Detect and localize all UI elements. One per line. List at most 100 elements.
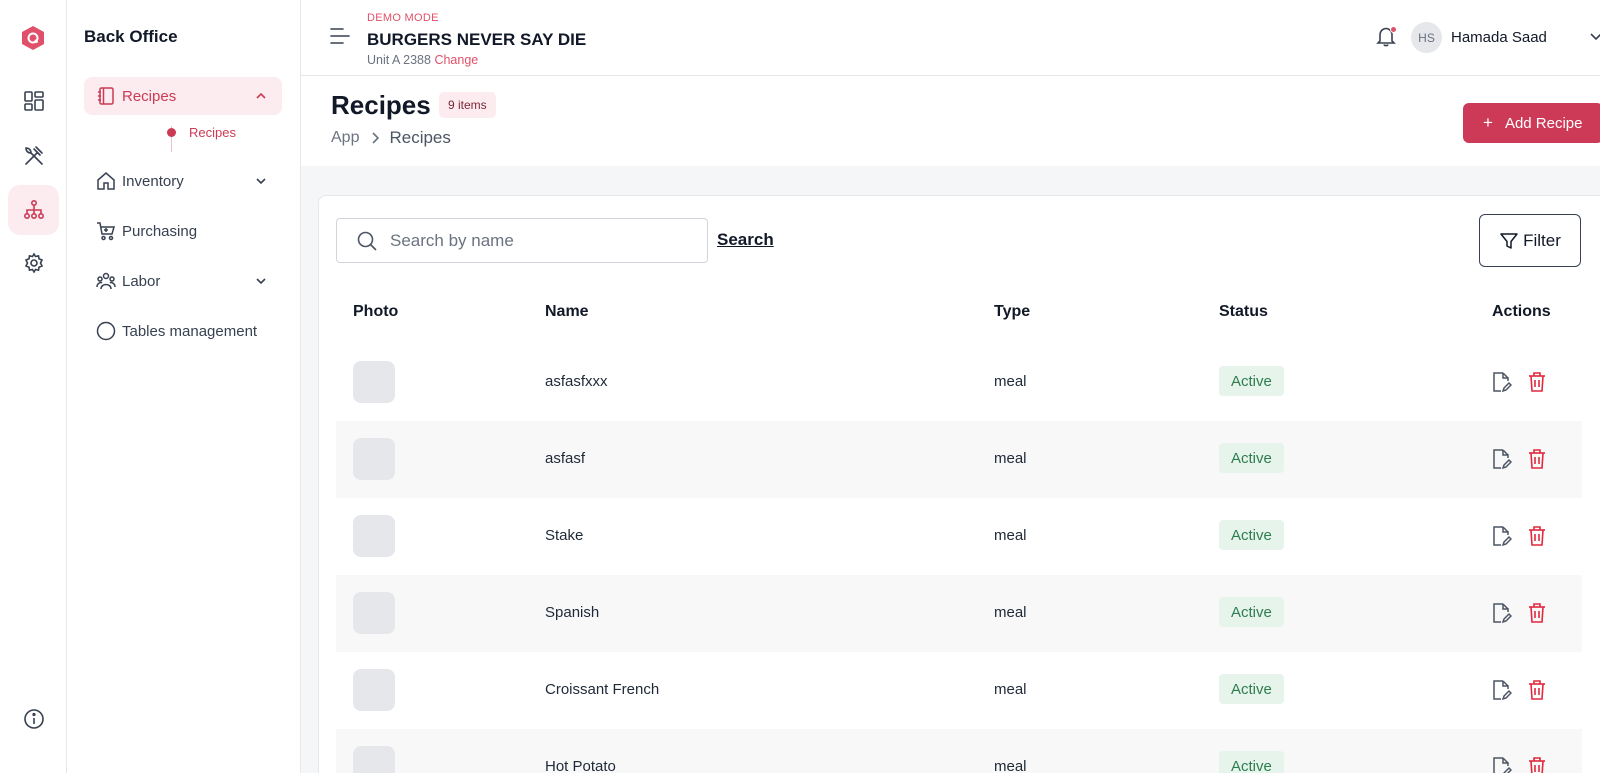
recipe-type: meal bbox=[994, 527, 1027, 544]
chevron-down-icon bbox=[256, 278, 266, 285]
edit-icon[interactable] bbox=[1490, 602, 1512, 624]
recipe-name: Spanish bbox=[545, 604, 600, 621]
users-icon bbox=[96, 272, 116, 290]
sidebar-item-label: Labor bbox=[122, 272, 161, 290]
breadcrumb: App Recipes bbox=[331, 128, 451, 148]
hierarchy-icon bbox=[23, 199, 44, 220]
recipe-name: Croissant French bbox=[545, 681, 660, 698]
sidebar-item-label: Recipes bbox=[122, 87, 177, 105]
status-badge: Active bbox=[1219, 674, 1284, 704]
sidebar-item-purchasing[interactable]: Purchasing bbox=[84, 212, 282, 250]
trash-icon[interactable] bbox=[1527, 756, 1547, 773]
recipe-photo bbox=[353, 592, 395, 634]
table-row[interactable]: asfasfxxx meal Active bbox=[336, 344, 1582, 421]
sidebar-item-label: Purchasing bbox=[122, 222, 198, 240]
chevron-up-icon bbox=[256, 92, 266, 99]
rail-kitchen-button[interactable] bbox=[8, 130, 59, 180]
sidebar-item-tables-management[interactable]: Tables management bbox=[84, 312, 282, 350]
status-badge: Active bbox=[1219, 751, 1284, 773]
column-header-name[interactable]: Name bbox=[545, 303, 589, 321]
brand-name: BURGERS NEVER SAY DIE bbox=[367, 30, 587, 49]
table-row[interactable]: Spanish meal Active bbox=[336, 575, 1582, 652]
recipe-photo bbox=[353, 361, 395, 403]
column-header-actions: Actions bbox=[1492, 303, 1551, 320]
page-title: Recipes bbox=[331, 90, 431, 120]
avatar[interactable]: HS bbox=[1411, 22, 1442, 53]
trash-icon[interactable] bbox=[1527, 525, 1547, 547]
edit-icon[interactable] bbox=[1490, 525, 1512, 547]
icon-rail bbox=[0, 0, 67, 773]
recipe-name: Stake bbox=[545, 527, 584, 544]
sidebar-item-inventory[interactable]: Inventory bbox=[84, 162, 282, 200]
recipe-name: Hot Potato bbox=[545, 758, 616, 773]
breadcrumb-current: Recipes bbox=[389, 128, 451, 147]
sidebar-title: Back Office bbox=[84, 27, 178, 46]
cart-icon bbox=[97, 222, 115, 241]
add-recipe-label: Add Recipe bbox=[1504, 114, 1583, 132]
sidebar-subitem-recipes[interactable]: Recipes bbox=[167, 122, 236, 142]
table-row[interactable]: Croissant French meal Active bbox=[336, 652, 1582, 729]
page-header: Recipes 9 items App Recipes + Add Recipe bbox=[301, 76, 1600, 166]
menu-toggle-icon[interactable] bbox=[329, 27, 351, 45]
recipe-photo bbox=[353, 746, 395, 773]
breadcrumb-app[interactable]: App bbox=[331, 129, 359, 147]
trash-icon[interactable] bbox=[1527, 371, 1547, 393]
recipe-type: meal bbox=[994, 758, 1027, 773]
change-unit-link[interactable]: Change bbox=[434, 53, 478, 67]
notebook-icon bbox=[98, 87, 114, 105]
edit-icon[interactable] bbox=[1490, 371, 1512, 393]
table-row[interactable]: Hot Potato meal Active bbox=[336, 729, 1582, 773]
count-badge: 9 items bbox=[439, 92, 496, 118]
unit-label: Unit A 2388 bbox=[367, 53, 431, 67]
edit-icon[interactable] bbox=[1490, 756, 1512, 773]
active-dot bbox=[167, 127, 176, 137]
user-name[interactable]: Hamada Saad bbox=[1451, 29, 1547, 46]
trash-icon[interactable] bbox=[1527, 679, 1547, 701]
filter-label: Filter bbox=[1523, 230, 1561, 250]
search-input[interactable] bbox=[390, 230, 690, 251]
recipe-type: meal bbox=[994, 681, 1027, 698]
sidebar-item-label: Tables management bbox=[122, 322, 258, 340]
status-badge: Active bbox=[1219, 597, 1284, 627]
recipe-photo bbox=[353, 438, 395, 480]
demo-mode-label: DEMO MODE bbox=[367, 12, 439, 24]
rail-info-button[interactable] bbox=[8, 694, 59, 744]
column-header-photo: Photo bbox=[353, 303, 399, 320]
rail-settings-button[interactable] bbox=[8, 238, 59, 288]
filter-icon bbox=[1500, 232, 1518, 249]
edit-icon[interactable] bbox=[1490, 679, 1512, 701]
circle-icon bbox=[96, 321, 116, 341]
table-row[interactable]: Stake meal Active bbox=[336, 498, 1582, 575]
chevron-down-icon bbox=[256, 178, 266, 185]
table-row[interactable]: asfasf meal Active bbox=[336, 421, 1582, 498]
add-recipe-button[interactable]: + Add Recipe bbox=[1463, 103, 1600, 143]
column-header-status[interactable]: Status bbox=[1219, 303, 1268, 321]
sidebar-item-recipes[interactable]: Recipes bbox=[84, 77, 282, 115]
sidebar-item-label: Inventory bbox=[122, 172, 184, 190]
sidebar: Back Office Recipes Recipes Inventory Pu… bbox=[67, 0, 301, 773]
recipe-photo bbox=[353, 515, 395, 557]
recipe-name: asfasfxxx bbox=[545, 373, 608, 390]
filter-button[interactable]: Filter bbox=[1479, 214, 1581, 267]
plus-icon: + bbox=[1483, 113, 1493, 132]
trash-icon[interactable] bbox=[1527, 448, 1547, 470]
chevron-down-icon[interactable] bbox=[1590, 32, 1600, 42]
status-badge: Active bbox=[1219, 366, 1284, 396]
column-header-type[interactable]: Type bbox=[994, 303, 1030, 321]
app-logo-icon[interactable] bbox=[20, 25, 46, 51]
sidebar-item-labor[interactable]: Labor bbox=[84, 262, 282, 300]
recipe-photo bbox=[353, 669, 395, 711]
rail-back-office-button[interactable] bbox=[8, 185, 59, 235]
unit-info: Unit A 2388 Change bbox=[367, 53, 478, 67]
search-button[interactable]: Search bbox=[717, 230, 774, 250]
gear-icon bbox=[24, 252, 43, 274]
dashboard-icon bbox=[23, 91, 44, 111]
edit-icon[interactable] bbox=[1490, 448, 1512, 470]
rail-dashboard-button[interactable] bbox=[8, 76, 59, 126]
status-badge: Active bbox=[1219, 443, 1284, 473]
recipe-type: meal bbox=[994, 604, 1027, 621]
top-header: DEMO MODE BURGERS NEVER SAY DIE Unit A 2… bbox=[301, 0, 1600, 76]
search-field[interactable] bbox=[336, 218, 708, 263]
trash-icon[interactable] bbox=[1527, 602, 1547, 624]
chevron-right-icon bbox=[372, 132, 380, 144]
